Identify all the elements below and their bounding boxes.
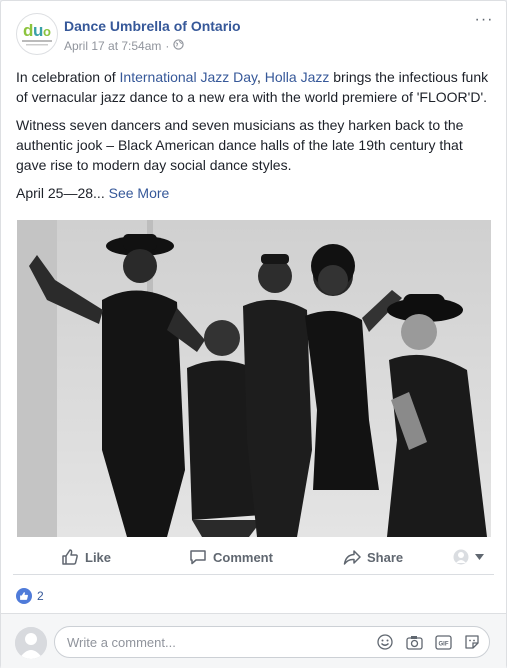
reaction-count: 2 <box>37 589 44 603</box>
post-meta: April 17 at 7:54am · <box>64 39 185 53</box>
globe-icon <box>173 39 185 53</box>
post-text: In celebration of International Jazz Day… <box>16 67 492 211</box>
post-action-bar: Like Comment Share <box>13 540 494 575</box>
comment-placeholder: Write a comment... <box>67 635 176 650</box>
post-photo[interactable] <box>17 220 491 537</box>
sticker-icon[interactable] <box>463 633 481 651</box>
gif-icon[interactable]: GIF <box>434 633 452 651</box>
hashtag-link-international-jazz-day[interactable]: International Jazz Day <box>120 69 257 85</box>
post-paragraph-1: In celebration of International Jazz Day… <box>16 67 492 107</box>
share-button[interactable]: Share <box>343 545 403 569</box>
avatar <box>15 627 47 659</box>
post-options-menu[interactable]: ··· <box>474 12 494 31</box>
comment-input[interactable]: Write a comment... GIF <box>54 626 490 658</box>
svg-text:u: u <box>33 21 43 40</box>
speech-bubble-icon <box>189 548 207 566</box>
meta-separator: · <box>165 39 170 53</box>
page-link-holla-jazz[interactable]: Holla Jazz <box>265 69 330 85</box>
comment-composer: Write a comment... GIF <box>1 613 506 668</box>
share-label: Share <box>367 549 404 565</box>
svg-text:GIF: GIF <box>438 641 448 647</box>
svg-text:o: o <box>43 24 51 39</box>
text-run: In celebration of <box>16 69 120 85</box>
post-as-selector[interactable] <box>453 545 484 569</box>
chevron-down-icon <box>475 554 484 560</box>
camera-icon[interactable] <box>405 633 423 651</box>
text-run: , <box>257 69 265 85</box>
post-paragraph-3: April 25—28... See More <box>16 183 492 203</box>
text-run: April 25—28... <box>16 185 109 201</box>
like-reaction-icon <box>16 588 32 604</box>
comment-button[interactable]: Comment <box>189 545 273 569</box>
smiley-icon[interactable] <box>376 633 394 651</box>
share-arrow-icon <box>343 548 361 566</box>
thumbs-up-icon <box>61 548 79 566</box>
reaction-summary[interactable]: 2 <box>16 587 44 605</box>
like-label: Like <box>85 549 112 565</box>
see-more-link[interactable]: See More <box>109 185 170 201</box>
post-header: d u o Dance Umbrella of Ontario April 17… <box>16 12 494 57</box>
post-paragraph-2: Witness seven dancers and seven musician… <box>16 117 464 173</box>
post-card: d u o Dance Umbrella of Ontario April 17… <box>0 0 507 668</box>
comment-tools: GIF <box>376 633 481 651</box>
like-button[interactable]: Like <box>61 545 111 569</box>
svg-text:d: d <box>23 21 33 40</box>
page-name-link[interactable]: Dance Umbrella of Ontario <box>64 18 241 34</box>
comment-label: Comment <box>213 549 273 565</box>
page-logo[interactable]: d u o <box>16 13 58 55</box>
post-date[interactable]: April 17 at 7:54am <box>64 39 161 53</box>
avatar-silhouette-icon <box>453 549 469 565</box>
